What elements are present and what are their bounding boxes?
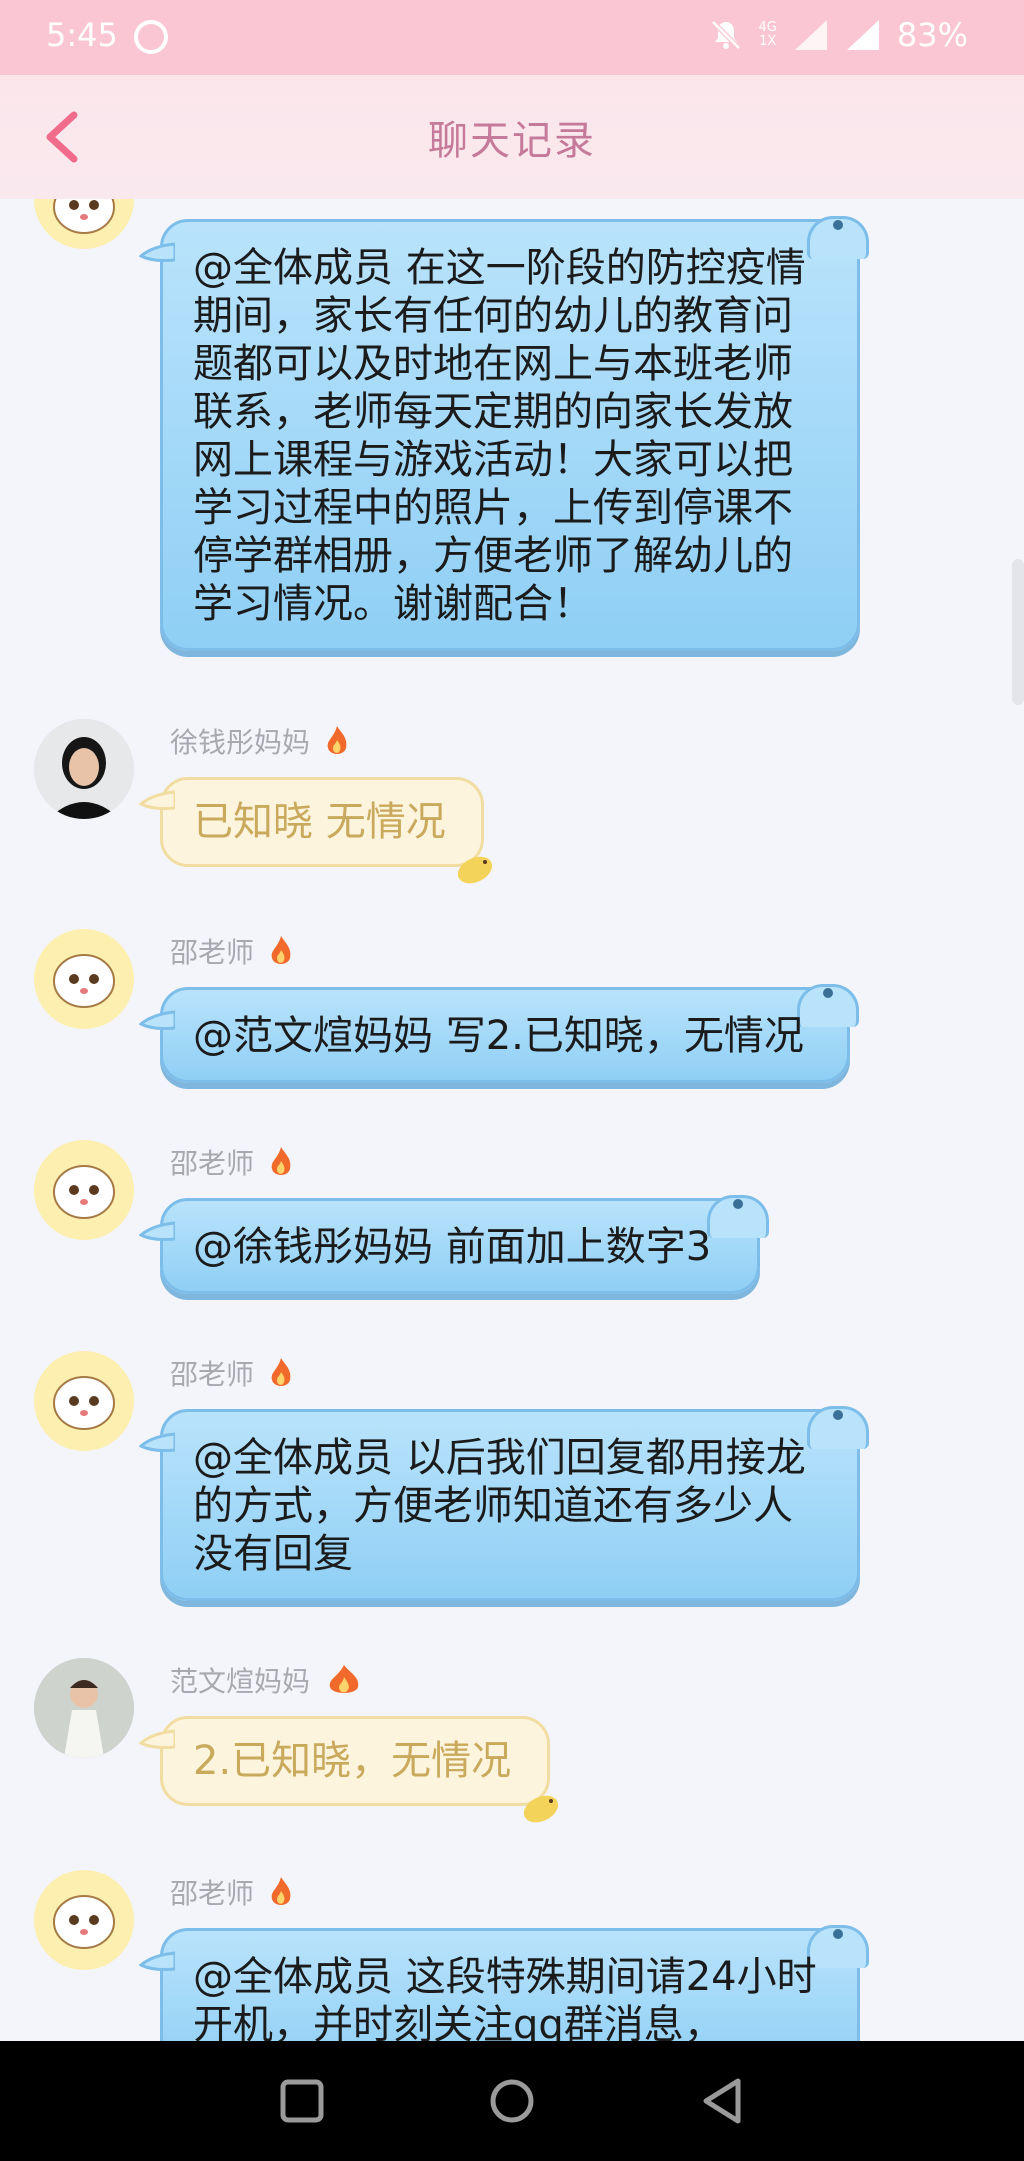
notification-app-icon [134, 20, 168, 54]
fire-icon [271, 1358, 291, 1386]
sender-name: 邵老师 [170, 1147, 255, 1180]
scrollbar[interactable] [1012, 559, 1024, 705]
message-text: 2.已知晓，无情况 [193, 1738, 512, 1784]
bubble-eye [733, 1199, 743, 1209]
sender-name: 邵老师 [170, 1877, 255, 1910]
page-title: 聊天记录 [428, 118, 596, 164]
sender-name: 邵老师 [170, 1358, 255, 1391]
sender-name: 邵老师 [170, 936, 255, 969]
status-right: 4G 1X 83% [709, 16, 968, 54]
bird-icon [457, 856, 493, 884]
bubble-eye [833, 220, 843, 230]
sender-row: 范文煊妈妈 [170, 1660, 364, 1700]
cat-avatar-icon [53, 954, 115, 1008]
message-bubble[interactable]: @全体成员 这段特殊期间请24小时开机，并时刻关注qq群消息， [139, 1925, 869, 2041]
message-bubble[interactable]: @范文煊妈妈 写2.已知晓，无情况 [139, 984, 859, 1083]
fire-icon [271, 1147, 291, 1175]
message-bubble[interactable]: @全体成员 以后我们回复都用接龙的方式，方便老师知道还有多少人没有回复 [139, 1406, 869, 1601]
child-avatar-icon [34, 1658, 134, 1758]
bubble-tail [139, 1010, 175, 1030]
recent-apps-icon[interactable] [274, 2073, 330, 2129]
cat-avatar-icon [53, 1165, 115, 1219]
message-bubble[interactable]: @徐钱彤妈妈 前面加上数字3 [139, 1195, 769, 1294]
back-icon[interactable] [694, 2073, 750, 2129]
message-text: @全体成员 这段特殊期间请24小时开机，并时刻关注qq群消息， [193, 1954, 817, 2041]
avatar[interactable] [34, 1658, 134, 1758]
message-bubble[interactable]: 2.已知晓，无情况 [139, 1716, 559, 1823]
home-icon[interactable] [484, 2073, 540, 2129]
sender-row: 邵老师 [170, 931, 294, 971]
network-1x: 1X [759, 34, 777, 49]
message-text: @徐钱彤妈妈 前面加上数字3 [193, 1224, 712, 1270]
bubble-tail [139, 1729, 175, 1749]
fire-icon [327, 726, 347, 754]
system-nav-bar [0, 2041, 1024, 2161]
battery-percent: 83% [896, 16, 968, 54]
message-text: @全体成员 以后我们回复都用接龙的方式，方便老师知道还有多少人没有回复 [193, 1435, 806, 1577]
avatar[interactable] [34, 719, 134, 819]
sender-name: 范文煊妈妈 [170, 1665, 311, 1698]
signal-icon [794, 20, 827, 50]
bubble-tail [139, 1221, 175, 1241]
bubble-eye [833, 1410, 843, 1420]
message-text: 已知晓 无情况 [193, 799, 446, 845]
sender-row: 邵老师 [170, 1353, 294, 1393]
cat-avatar-icon [53, 199, 115, 234]
cat-avatar-icon [53, 1376, 115, 1430]
message-bubble[interactable]: @全体成员 在这一阶段的防控疫情期间，家长有任何的幼儿的教育问题都可以及时地在网… [139, 216, 869, 651]
cat-avatar-icon [53, 1895, 115, 1949]
bubble-tail [139, 1951, 175, 1971]
bell-off-icon [710, 20, 741, 50]
bird-icon [523, 1795, 559, 1823]
bubble-tail [139, 242, 175, 262]
bubble-tail [139, 1432, 175, 1452]
avatar[interactable] [34, 929, 134, 1029]
title-bar: 聊天记录 [0, 75, 1024, 199]
fire-icon [329, 1665, 359, 1693]
bubble-eye [823, 988, 833, 998]
sender-name: 徐钱彤妈妈 [170, 726, 311, 759]
person-avatar-icon [34, 719, 134, 819]
sender-row: 徐钱彤妈妈 [170, 721, 350, 761]
chat-history[interactable]: @全体成员 在这一阶段的防控疫情期间，家长有任何的幼儿的教育问题都可以及时地在网… [0, 199, 1024, 2041]
fire-icon [271, 936, 291, 964]
status-time: 5:45 [46, 16, 118, 54]
network-4g: 4G [758, 20, 777, 35]
sender-row: 邵老师 [170, 1142, 294, 1182]
fire-icon [271, 1877, 291, 1905]
sender-row: 邵老师 [170, 1872, 294, 1912]
message-text: @范文煊妈妈 写2.已知晓，无情况 [193, 1013, 804, 1059]
avatar[interactable] [34, 1140, 134, 1240]
message-bubble[interactable]: 已知晓 无情况 [139, 777, 493, 884]
message-text: @全体成员 在这一阶段的防控疫情期间，家长有任何的幼儿的教育问题都可以及时地在网… [193, 245, 806, 627]
network-type: 4G 1X [759, 21, 777, 49]
signal-icon [846, 20, 879, 50]
bubble-tail [139, 790, 175, 810]
avatar[interactable] [34, 199, 134, 249]
avatar[interactable] [34, 1870, 134, 1970]
status-bar: 5:45 4G 1X 83% [0, 0, 1024, 75]
avatar[interactable] [34, 1351, 134, 1451]
chevron-left-icon[interactable] [38, 109, 88, 165]
bubble-eye [833, 1929, 843, 1939]
